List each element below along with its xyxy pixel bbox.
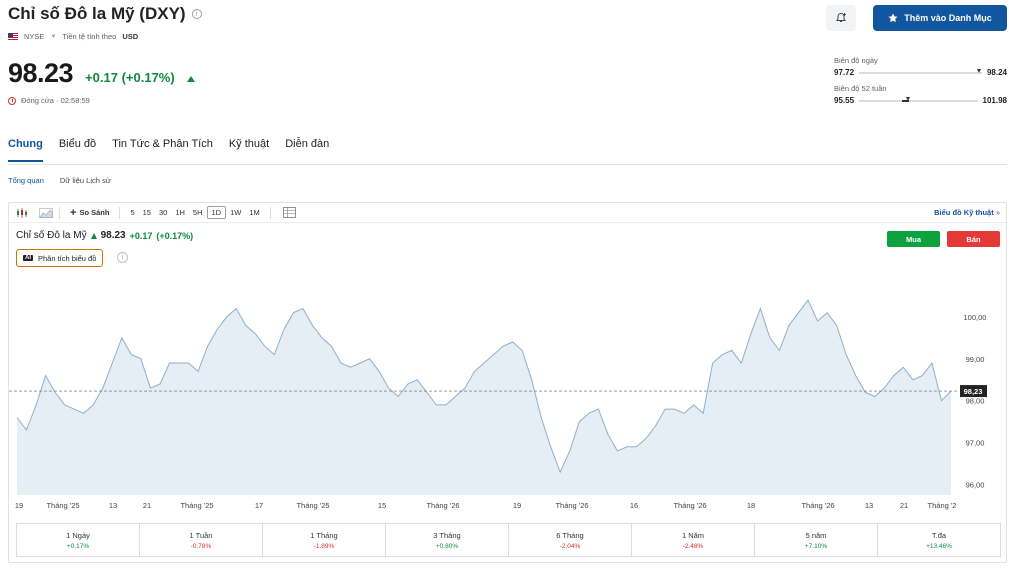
clock-icon bbox=[8, 96, 16, 105]
add-to-watchlist-button[interactable]: Thêm vào Danh Mục bbox=[873, 5, 1007, 31]
x-tick-label: Tháng '26 bbox=[673, 501, 706, 510]
x-tick-label: Tháng '25 bbox=[180, 501, 213, 510]
main-tabs: Chung Biểu đồ Tin Tức & Phân Tích Kỹ thu… bbox=[8, 138, 329, 162]
performance-value: +0.80% bbox=[435, 542, 459, 550]
bell-plus-icon bbox=[836, 12, 846, 22]
performance-period: 3 Tháng bbox=[433, 530, 461, 540]
exchange-name[interactable]: NYSE bbox=[24, 32, 44, 41]
up-arrow-icon bbox=[186, 76, 195, 82]
close-status: Đóng cửa · 02:58:59 bbox=[21, 96, 90, 105]
subtab-historical-data[interactable]: Dữ liệu Lịch sử bbox=[60, 176, 111, 185]
y-tick-label: 100,00 bbox=[964, 313, 987, 322]
performance-period: 6 Tháng bbox=[556, 530, 584, 540]
last-price: 98.23 bbox=[8, 58, 74, 88]
performance-cell: 1 Ngày +0.17% bbox=[17, 524, 140, 556]
tab-overview[interactable]: Chung bbox=[8, 138, 43, 162]
tabs-divider bbox=[8, 164, 1007, 165]
x-tick-label: 21 bbox=[143, 501, 151, 510]
us-flag-icon bbox=[8, 33, 18, 40]
y-tick-label: 96,00 bbox=[966, 481, 985, 490]
price-row: 98.23 +0.17 (+0.17%) bbox=[8, 58, 195, 89]
performance-cell: 6 Tháng -2.04% bbox=[509, 524, 632, 556]
tab-technical[interactable]: Kỹ thuật bbox=[229, 138, 269, 162]
performance-value: +7.10% bbox=[804, 542, 828, 550]
day-range-high: 98.24 bbox=[986, 68, 1007, 77]
performance-period: 1 Năm bbox=[681, 530, 705, 540]
performance-cell: 1 Tuần -0.78% bbox=[140, 524, 263, 556]
currency-value: USD bbox=[122, 32, 139, 41]
x-tick-label: 18 bbox=[747, 501, 755, 510]
x-tick-label: Tháng '25 bbox=[296, 501, 329, 510]
performance-cell: 1 Năm -2.48% bbox=[632, 524, 755, 556]
performance-cell: T.đa +13.46% bbox=[878, 524, 1000, 556]
day-range-marker bbox=[977, 68, 981, 73]
week52-range-low: 95.55 bbox=[834, 96, 855, 105]
performance-period: 1 Tuần bbox=[189, 530, 213, 540]
x-tick-label: 17 bbox=[255, 501, 263, 510]
currency-label: Tiền tệ tính theo bbox=[62, 32, 117, 41]
x-tick-label: 13 bbox=[109, 501, 117, 510]
alert-button[interactable] bbox=[826, 5, 856, 31]
price-chart[interactable]: Investing.com98,2396,0097,0098,0099,0010… bbox=[9, 203, 1006, 523]
exchange-row: NYSE ▼ Tiền tệ tính theo USD bbox=[8, 32, 138, 41]
performance-cell: 3 Tháng +0.80% bbox=[386, 524, 509, 556]
week52-range: Biên độ 52 tuần 95.55 101.98 bbox=[834, 84, 1007, 105]
performance-table: 1 Ngày +0.17% 1 Tuần -0.78% 1 Tháng -1.89% 3 T… bbox=[16, 523, 1001, 557]
title-row: Chỉ số Đô la Mỹ (DXY) i bbox=[8, 4, 202, 24]
sub-tabs: Tổng quan Dữ liệu Lịch sử bbox=[8, 176, 111, 185]
watchlist-label: Thêm vào Danh Mục bbox=[904, 13, 992, 23]
performance-value: -1.89% bbox=[313, 542, 335, 550]
performance-value: +0.17% bbox=[66, 542, 90, 550]
performance-value: -2.48% bbox=[682, 542, 704, 550]
week52-range-bar bbox=[859, 96, 978, 102]
performance-cell: 5 năm +7.10% bbox=[755, 524, 878, 556]
y-tick-label: 99,00 bbox=[966, 355, 985, 364]
x-tick-label: Tháng '26 bbox=[426, 501, 459, 510]
close-status-row: Đóng cửa · 02:58:59 bbox=[8, 96, 90, 105]
performance-period: T.đa bbox=[931, 530, 947, 540]
x-tick-label: Tháng '26 bbox=[801, 501, 834, 510]
performance-period: 5 năm bbox=[805, 530, 827, 540]
day-range-label: Biên độ ngày bbox=[834, 56, 878, 65]
day-range-low: 97.72 bbox=[834, 68, 855, 77]
page-title: Chỉ số Đô la Mỹ (DXY) bbox=[8, 4, 186, 23]
x-tick-label: Tháng '26 bbox=[555, 501, 588, 510]
last-price-label: 98,23 bbox=[964, 387, 983, 396]
performance-value: +13.46% bbox=[926, 542, 952, 550]
info-icon[interactable]: i bbox=[191, 9, 202, 19]
x-tick-label: 16 bbox=[630, 501, 638, 510]
chart-panel: + So Sánh 5 15 30 1H 5H 1D 1W 1M Biểu đồ… bbox=[8, 202, 1007, 563]
x-tick-label: Tháng '2 bbox=[928, 501, 957, 510]
x-tick-label: Tháng '25 bbox=[46, 501, 79, 510]
star-icon bbox=[888, 13, 898, 23]
day-range: Biên độ ngày 97.72 98.24 bbox=[834, 56, 1007, 77]
x-tick-label: 19 bbox=[15, 501, 23, 510]
performance-period: 1 Ngày bbox=[66, 530, 90, 540]
performance-value: -2.04% bbox=[559, 542, 581, 550]
performance-cell: 1 Tháng -1.89% bbox=[263, 524, 386, 556]
x-tick-label: 21 bbox=[900, 501, 908, 510]
day-range-bar bbox=[859, 68, 982, 74]
tab-chart[interactable]: Biểu đồ bbox=[59, 138, 96, 162]
x-tick-label: 15 bbox=[378, 501, 386, 510]
performance-period: 1 Tháng bbox=[310, 530, 338, 540]
tab-news-analysis[interactable]: Tin Tức & Phân Tích bbox=[112, 138, 213, 162]
chevron-down-icon[interactable]: ▼ bbox=[50, 34, 56, 40]
tab-forum[interactable]: Diễn đàn bbox=[285, 138, 329, 162]
performance-value: -0.78% bbox=[190, 542, 212, 550]
x-tick-label: 19 bbox=[513, 501, 521, 510]
y-tick-label: 97,00 bbox=[966, 439, 985, 448]
week52-range-marker bbox=[906, 96, 911, 101]
price-change: +0.17 (+0.17%) bbox=[85, 70, 175, 85]
y-tick-label: 98,00 bbox=[966, 397, 985, 406]
subtab-overview[interactable]: Tổng quan bbox=[8, 176, 44, 185]
week52-range-label: Biên độ 52 tuần bbox=[834, 84, 887, 93]
x-tick-label: 13 bbox=[865, 501, 873, 510]
price-area bbox=[17, 300, 951, 495]
week52-range-high: 101.98 bbox=[982, 96, 1007, 105]
